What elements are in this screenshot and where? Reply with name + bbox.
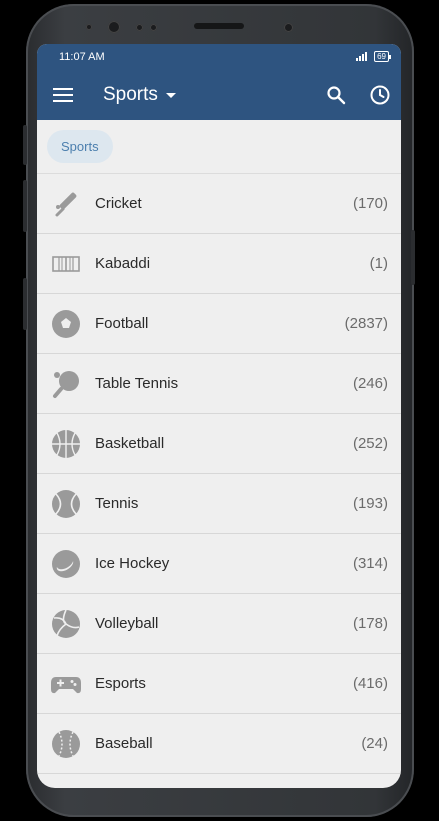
event-count: (1) [369, 255, 388, 272]
baseball-icon [49, 727, 83, 761]
list-item-partial[interactable] [37, 774, 401, 788]
signal-icon [356, 52, 368, 61]
sport-name: Tennis [95, 495, 139, 512]
list-item-cricket[interactable]: Cricket (170) [37, 174, 401, 234]
list-item-football[interactable]: Football (2837) [37, 294, 401, 354]
search-button[interactable] [323, 82, 349, 108]
list-item-tennis[interactable]: Tennis (193) [37, 474, 401, 534]
battery-icon: 69 [374, 51, 391, 62]
sensor-dot [136, 24, 143, 31]
status-time: 11:07 AM [59, 50, 105, 63]
search-icon [327, 85, 346, 104]
esports-icon [49, 667, 83, 701]
list-item-kabaddi[interactable]: Kabaddi (1) [37, 234, 401, 294]
list-item-volleyball[interactable]: Volleyball (178) [37, 594, 401, 654]
sensor-dot [150, 24, 157, 31]
app-screen: 11:07 AM 69 Sports Sports Cricket (170) … [37, 44, 401, 788]
tennis-icon [49, 487, 83, 521]
phone-side-button [23, 125, 27, 165]
event-count: (178) [352, 615, 388, 632]
phone-side-button [411, 230, 415, 285]
history-button[interactable] [367, 82, 393, 108]
list-item-baseball[interactable]: Baseball (24) [37, 714, 401, 774]
event-count: (193) [352, 495, 388, 512]
event-count: (314) [352, 555, 388, 572]
event-count: (252) [352, 435, 388, 452]
front-camera [108, 21, 120, 33]
sport-name: Volleyball [95, 615, 159, 632]
sport-name: Esports [95, 675, 146, 692]
sport-name: Table Tennis [95, 375, 179, 392]
sport-name: Kabaddi [95, 255, 151, 272]
basketball-icon [49, 427, 83, 461]
cricket-icon [49, 187, 83, 221]
sport-name: Basketball [95, 435, 165, 452]
event-count: (170) [352, 195, 388, 212]
event-count: (246) [352, 375, 388, 392]
list-item-table-tennis[interactable]: Table Tennis (246) [37, 354, 401, 414]
kabaddi-icon [49, 247, 83, 281]
filter-chip-row: Sports [37, 120, 401, 174]
menu-button[interactable] [37, 69, 89, 120]
app-bar: Sports [37, 69, 401, 120]
ice-hockey-icon [49, 547, 83, 581]
filter-chip-sports[interactable]: Sports [47, 130, 113, 163]
table-tennis-icon [49, 367, 83, 401]
status-bar: 11:07 AM 69 [37, 44, 401, 69]
list-item-basketball[interactable]: Basketball (252) [37, 414, 401, 474]
phone-side-button [23, 180, 27, 232]
list-item-ice-hockey[interactable]: Ice Hockey (314) [37, 534, 401, 594]
app-bar-actions [323, 69, 393, 120]
earpiece-speaker [194, 23, 244, 29]
event-count: (416) [352, 675, 388, 692]
football-icon [49, 307, 83, 341]
sensor-dot [86, 24, 92, 30]
clock-icon [370, 85, 390, 104]
sport-selector-dropdown[interactable]: Sports [103, 84, 176, 106]
sport-name: Baseball [95, 735, 153, 752]
sensor-dot [284, 23, 293, 32]
sport-name: Ice Hockey [95, 555, 170, 572]
sports-list: Cricket (170) Kabaddi (1) Football (2837… [37, 174, 401, 788]
status-icons: 69 [356, 51, 391, 62]
caret-down-icon [165, 93, 176, 98]
list-item-esports[interactable]: Esports (416) [37, 654, 401, 714]
menu-icon [53, 87, 73, 102]
phone-side-button [23, 278, 27, 330]
event-count: (2837) [344, 315, 388, 332]
sport-name: Cricket [95, 195, 142, 212]
page-title: Sports [103, 83, 158, 105]
event-count: (24) [361, 735, 388, 752]
sport-name: Football [95, 315, 149, 332]
volleyball-icon [49, 607, 83, 641]
